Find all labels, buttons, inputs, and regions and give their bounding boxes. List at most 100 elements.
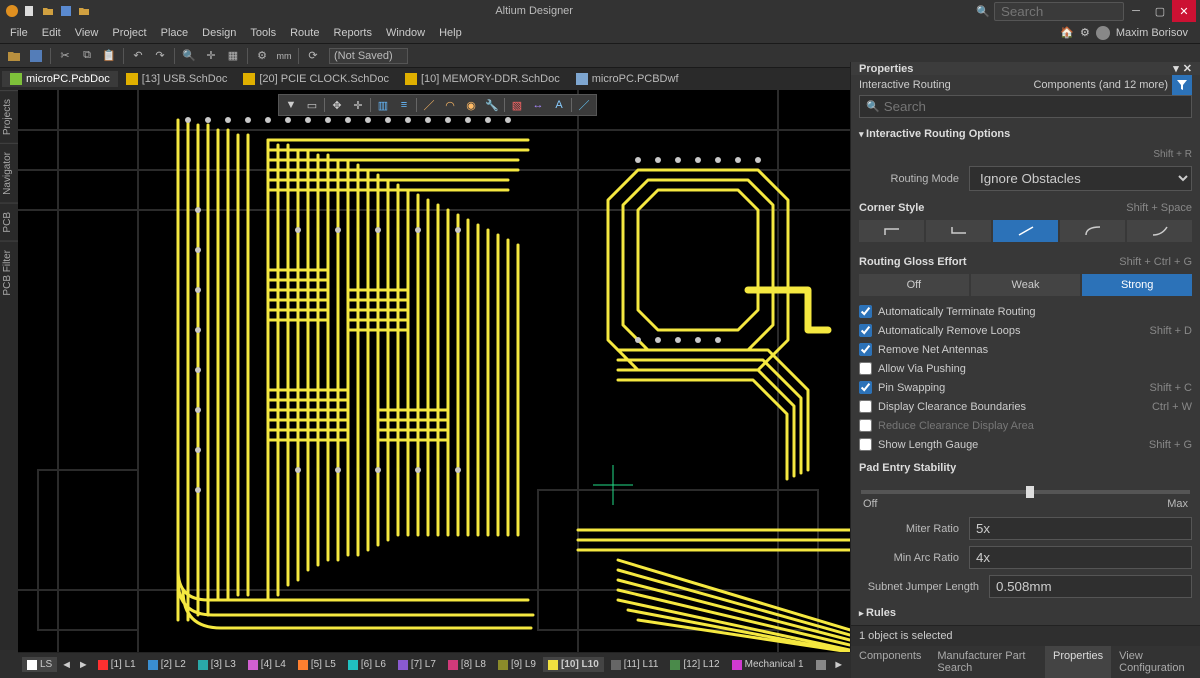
- tb-crosshair-icon[interactable]: ✛: [201, 46, 221, 66]
- new-icon[interactable]: [22, 3, 38, 19]
- properties-search-input[interactable]: [884, 99, 1185, 114]
- layer-tab-6[interactable]: [7] L7: [393, 657, 441, 672]
- layer-next[interactable]: ►: [76, 657, 91, 673]
- tb-undo-icon[interactable]: ↶: [128, 46, 148, 66]
- tab-pcbdoc[interactable]: microPC.PcbDoc: [2, 71, 118, 87]
- hud-move-icon[interactable]: ✥: [327, 96, 347, 114]
- jumper-input[interactable]: [989, 575, 1192, 598]
- hud-via-icon[interactable]: ◉: [461, 96, 481, 114]
- tab-memory[interactable]: [10] MEMORY-DDR.SchDoc: [397, 71, 568, 87]
- folder-icon[interactable]: [76, 3, 92, 19]
- layer-tab-5[interactable]: [6] L6: [343, 657, 391, 672]
- corner-45[interactable]: [993, 220, 1058, 242]
- hud-cross-icon[interactable]: ✛: [348, 96, 368, 114]
- layer-tab-12[interactable]: Mechanical 1: [727, 657, 809, 672]
- tab-usb[interactable]: [13] USB.SchDoc: [118, 71, 236, 87]
- maximize-button[interactable]: ▢: [1148, 0, 1172, 22]
- user-name[interactable]: Maxim Borisov: [1116, 27, 1188, 39]
- menu-window[interactable]: Window: [380, 25, 431, 41]
- section-rules[interactable]: Rules: [851, 601, 1200, 625]
- check-6[interactable]: Reduce Clearance Display Area: [851, 416, 1200, 435]
- routing-mode-select[interactable]: Ignore Obstacles: [969, 166, 1192, 191]
- tb-paste-icon[interactable]: 📋: [99, 46, 119, 66]
- layer-tab-1[interactable]: [2] L2: [143, 657, 191, 672]
- corner-90[interactable]: [859, 220, 924, 242]
- layer-tab-9[interactable]: [10] L10: [543, 657, 604, 672]
- rail-pcb[interactable]: PCB: [0, 203, 18, 241]
- hud-route-icon[interactable]: ／: [574, 96, 594, 114]
- tab-pcie[interactable]: [20] PCIE CLOCK.SchDoc: [235, 71, 397, 87]
- menu-reports[interactable]: Reports: [327, 25, 378, 41]
- check-0[interactable]: Automatically Terminate Routing: [851, 302, 1200, 321]
- section-routing-options[interactable]: Interactive Routing Options: [851, 122, 1200, 146]
- tb-open-icon[interactable]: [4, 46, 24, 66]
- check-2-box[interactable]: [859, 343, 872, 356]
- hud-dist-icon[interactable]: ≡: [394, 96, 414, 114]
- hud-dim-icon[interactable]: ↔: [528, 96, 548, 114]
- layer-tab-4[interactable]: [5] L5: [293, 657, 341, 672]
- hud-note-icon[interactable]: ▧: [507, 96, 527, 114]
- panel-pin-icon[interactable]: ▾: [1173, 62, 1179, 75]
- tb-refresh-icon[interactable]: ⟳: [303, 46, 323, 66]
- panel-close-icon[interactable]: ✕: [1183, 62, 1192, 75]
- check-4-box[interactable]: [859, 381, 872, 394]
- hud-arc-icon[interactable]: ◠: [440, 96, 460, 114]
- layer-scroll-right[interactable]: ►: [831, 657, 846, 673]
- corner-arc2[interactable]: [1127, 220, 1192, 242]
- global-search-input[interactable]: [994, 2, 1124, 21]
- layer-prev[interactable]: ◄: [59, 657, 74, 673]
- avatar[interactable]: [1096, 26, 1110, 40]
- check-5[interactable]: Display Clearance BoundariesCtrl + W: [851, 397, 1200, 416]
- minimize-button[interactable]: ─: [1124, 0, 1148, 22]
- menu-design[interactable]: Design: [196, 25, 242, 41]
- layer-tab-2[interactable]: [3] L3: [193, 657, 241, 672]
- tb-grid-icon[interactable]: ▦: [223, 46, 243, 66]
- check-4[interactable]: Pin SwappingShift + C: [851, 378, 1200, 397]
- hud-key-icon[interactable]: 🔧: [482, 96, 502, 114]
- hud-select-icon[interactable]: ▭: [302, 96, 322, 114]
- pcb-canvas[interactable]: ▼ ▭ ✥ ✛ ▥ ≡ ／ ◠ ◉ 🔧 ▧ ↔ A ／: [18, 90, 850, 652]
- layer-set[interactable]: LS: [22, 657, 57, 672]
- hud-align-icon[interactable]: ▥: [373, 96, 393, 114]
- miter-input[interactable]: [969, 517, 1192, 540]
- pad-entry-slider[interactable]: [861, 490, 1190, 494]
- scope-label[interactable]: Components (and 12 more): [1033, 79, 1168, 91]
- layer-tab-3[interactable]: [4] L4: [243, 657, 291, 672]
- arc-input[interactable]: [969, 546, 1192, 569]
- layer-tab-11[interactable]: [12] L12: [665, 657, 724, 672]
- check-0-box[interactable]: [859, 305, 872, 318]
- menu-place[interactable]: Place: [155, 25, 195, 41]
- layer-tab-10[interactable]: [11] L11: [606, 657, 664, 672]
- hud-text-icon[interactable]: A: [549, 96, 569, 114]
- check-2[interactable]: Remove Net Antennas: [851, 340, 1200, 359]
- tb-zoom-icon[interactable]: 🔍: [179, 46, 199, 66]
- save-status[interactable]: (Not Saved): [329, 48, 408, 64]
- save-icon[interactable]: [58, 3, 74, 19]
- menu-help[interactable]: Help: [433, 25, 468, 41]
- btab-properties[interactable]: Properties: [1045, 646, 1111, 678]
- hud-line-icon[interactable]: ／: [419, 96, 439, 114]
- menu-file[interactable]: File: [4, 25, 34, 41]
- tb-redo-icon[interactable]: ↷: [150, 46, 170, 66]
- check-5-box[interactable]: [859, 400, 872, 413]
- tb-units-icon[interactable]: mm: [274, 46, 294, 66]
- tb-save-icon[interactable]: [26, 46, 46, 66]
- check-1-box[interactable]: [859, 324, 872, 337]
- tb-settings-icon[interactable]: ⚙: [252, 46, 272, 66]
- corner-arc[interactable]: [1060, 220, 1125, 242]
- btab-components[interactable]: Components: [851, 646, 929, 678]
- close-button[interactable]: ✕: [1172, 0, 1196, 22]
- btab-viewconfig[interactable]: View Configuration: [1111, 646, 1200, 678]
- check-3[interactable]: Allow Via Pushing: [851, 359, 1200, 378]
- rail-pcb-filter[interactable]: PCB Filter: [0, 241, 18, 304]
- menu-route[interactable]: Route: [284, 25, 325, 41]
- tab-dwf[interactable]: microPC.PCBDwf: [568, 71, 687, 87]
- rail-projects[interactable]: Projects: [0, 90, 18, 143]
- gloss-off[interactable]: Off: [859, 274, 969, 296]
- tb-cut-icon[interactable]: ✂: [55, 46, 75, 66]
- menu-project[interactable]: Project: [106, 25, 152, 41]
- home-icon[interactable]: 🏠: [1060, 26, 1074, 39]
- filter-button[interactable]: [1172, 75, 1192, 95]
- check-3-box[interactable]: [859, 362, 872, 375]
- gloss-weak[interactable]: Weak: [971, 274, 1081, 296]
